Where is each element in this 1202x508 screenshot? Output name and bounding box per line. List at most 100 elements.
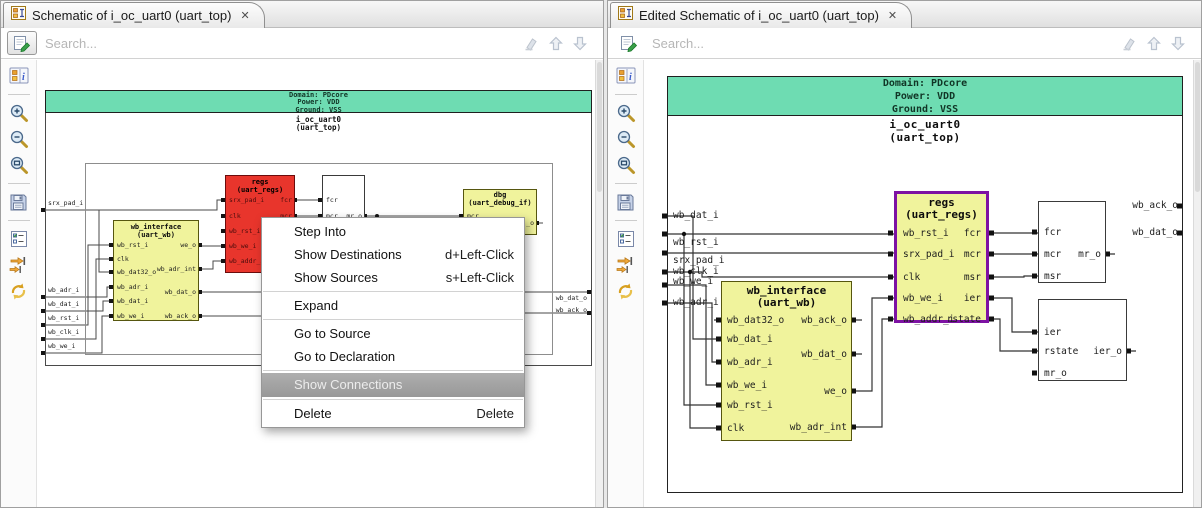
menu-item-expand[interactable]: Expand xyxy=(262,294,524,317)
search-controls xyxy=(1121,35,1185,56)
toolbar-separator xyxy=(7,183,30,184)
port-label: ier xyxy=(1044,327,1062,338)
right-vertical-scrollbar[interactable] xyxy=(1193,60,1201,507)
menu-item-show-connections[interactable]: Show Connections xyxy=(262,373,524,397)
menu-item-delete[interactable]: Delete Delete xyxy=(262,402,524,425)
menu-separator xyxy=(263,291,523,292)
right-toolbar: i xyxy=(608,60,644,507)
input-port-label: wb_rst_i xyxy=(48,314,80,322)
port-label: wb_adr_int xyxy=(156,265,196,273)
domain-label: Domain: PDcore xyxy=(882,78,968,89)
left-tab-bar: Schematic of i_oc_uart0 (uart_top) ✕ xyxy=(1,1,603,28)
search-controls xyxy=(523,35,587,56)
edit-schematic-button[interactable] xyxy=(7,31,37,55)
input-port-label: wb_adr_i xyxy=(673,297,719,308)
port-label: wb_dat_i xyxy=(117,297,149,305)
menu-item-go-to-source[interactable]: Go to Source xyxy=(262,322,524,345)
input-port-label: wb_dat_i xyxy=(48,300,80,308)
port-label: ier_o xyxy=(1093,346,1122,357)
port-label: wb_adr_i xyxy=(117,283,149,291)
port-label: wb_ack_o xyxy=(801,315,847,326)
port-label: wb_dat32_o xyxy=(117,268,157,276)
port-label: mcr xyxy=(1044,249,1062,260)
zoom-fit-button[interactable] xyxy=(612,153,639,177)
port-label: wb_rst_i xyxy=(229,227,261,235)
power-domain-header: Domain: PDcore Power: VDD Ground: VSS xyxy=(45,90,592,114)
port-label: rstate xyxy=(1044,346,1079,357)
port-label: wb_dat_o xyxy=(164,288,196,296)
zoom-in-button[interactable] xyxy=(612,101,639,125)
schematic-tab-icon xyxy=(618,6,633,25)
close-tab-icon[interactable]: ✕ xyxy=(888,9,897,22)
menu-separator xyxy=(263,399,523,400)
ground-label: Ground: VSS xyxy=(295,105,342,114)
search-next-icon[interactable] xyxy=(573,36,587,56)
port-label: wb_rst_i xyxy=(117,241,149,249)
right-view-body: i Domain: PDcore Power: VDD Ground: VSS … xyxy=(608,60,1201,507)
port-label: srx_pad_i xyxy=(903,249,955,260)
search-input[interactable] xyxy=(652,31,982,56)
port-label: wb_adr_int xyxy=(789,422,847,433)
port-label: wb_rst_i xyxy=(727,400,773,411)
ground-label: Ground: VSS xyxy=(891,104,959,115)
port-label: mcr xyxy=(963,249,981,260)
port-label: srx_pad_i xyxy=(229,196,265,204)
menu-item-step-into[interactable]: Step Into xyxy=(262,220,524,243)
port-label: clk xyxy=(903,272,921,283)
menu-item-show-destinations[interactable]: Show Destinations d+Left-Click xyxy=(262,243,524,266)
clear-search-icon[interactable] xyxy=(1121,35,1137,56)
svg-text:i: i xyxy=(22,72,25,83)
search-next-icon[interactable] xyxy=(1171,36,1185,56)
search-prev-icon[interactable] xyxy=(1147,36,1161,56)
port-label: wb_we_i xyxy=(117,312,145,320)
toolbar-separator xyxy=(614,94,637,95)
port-label: wb_dat32_o xyxy=(727,315,785,326)
menu-separator xyxy=(263,370,523,371)
search-input[interactable] xyxy=(45,31,375,56)
port-label: fcr xyxy=(1044,227,1062,238)
instance-info-button[interactable]: i xyxy=(5,64,32,88)
menu-item-show-sources[interactable]: Show Sources s+Left-Click xyxy=(262,266,524,289)
power-domain-header: Domain: PDcore Power: VDD Ground: VSS xyxy=(667,76,1183,116)
input-port-label: wb_we_i xyxy=(673,276,714,287)
right-schematic-canvas[interactable]: Domain: PDcore Power: VDD Ground: VSS i_… xyxy=(644,60,1201,507)
tab-title: Edited Schematic of i_oc_uart0 (uart_top… xyxy=(639,8,879,23)
zoom-out-button[interactable] xyxy=(612,127,639,151)
refresh-button[interactable] xyxy=(5,279,32,303)
refresh-button[interactable] xyxy=(612,279,639,303)
port-label: wb_adr_i xyxy=(727,357,773,368)
instance-info-button[interactable]: i xyxy=(612,64,639,88)
edit-schematic-button[interactable] xyxy=(614,31,644,55)
port-label: wb_rst_i xyxy=(903,228,949,239)
port-label: clk xyxy=(229,212,241,220)
search-prev-icon[interactable] xyxy=(549,36,563,56)
filters-button[interactable] xyxy=(5,227,32,251)
trace-signals-button[interactable] xyxy=(612,253,639,277)
left-vertical-scrollbar[interactable] xyxy=(595,60,603,507)
filters-button[interactable] xyxy=(612,227,639,251)
close-tab-icon[interactable]: ✕ xyxy=(240,9,249,22)
toolbar-separator xyxy=(614,220,637,221)
instance-title: i_oc_uart0 (uart_top) xyxy=(889,118,961,144)
zoom-out-button[interactable] xyxy=(5,127,32,151)
port-label: wb_ack_o xyxy=(164,312,196,320)
port-label: mr_o xyxy=(1078,249,1101,260)
port-label: wb_we_i xyxy=(229,242,257,250)
port-label: wb_addr_i xyxy=(229,257,265,265)
port-label: ier xyxy=(963,293,981,304)
zoom-fit-button[interactable] xyxy=(5,153,32,177)
port-label: mr_o xyxy=(1044,368,1067,379)
menu-item-go-to-declaration[interactable]: Go to Declaration xyxy=(262,345,524,368)
trace-signals-button[interactable] xyxy=(5,253,32,277)
tab-schematic[interactable]: Schematic of i_oc_uart0 (uart_top) ✕ xyxy=(3,2,265,28)
zoom-in-button[interactable] xyxy=(5,101,32,125)
input-port-label: wb_clk_i xyxy=(48,328,80,336)
save-button[interactable] xyxy=(612,190,639,214)
tab-edited-schematic[interactable]: Edited Schematic of i_oc_uart0 (uart_top… xyxy=(610,2,913,28)
clear-search-icon[interactable] xyxy=(523,35,539,56)
toolbar-separator xyxy=(7,220,30,221)
port-label: fcr xyxy=(326,196,338,204)
input-port-label: wb_adr_i xyxy=(48,286,80,294)
input-port-label: srx_pad_i xyxy=(48,199,84,207)
save-button[interactable] xyxy=(5,190,32,214)
